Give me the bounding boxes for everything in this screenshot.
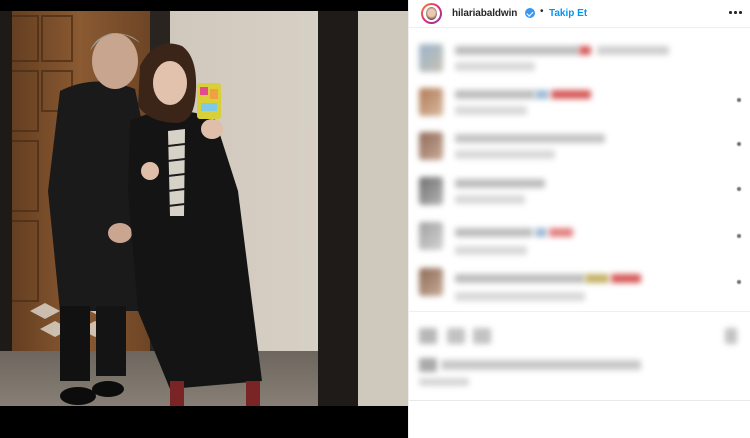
verified-badge-icon xyxy=(525,8,535,18)
comment-meta-blurred xyxy=(455,62,535,71)
save-icon-blurred[interactable] xyxy=(725,328,737,344)
comment-avatar[interactable] xyxy=(419,268,443,296)
comment-item[interactable] xyxy=(409,175,750,211)
comment-text-blurred xyxy=(455,46,579,55)
comment-meta-blurred xyxy=(455,195,525,204)
media-top-border xyxy=(0,0,408,11)
comment-text-blurred xyxy=(535,90,549,99)
comment-text-blurred xyxy=(551,90,591,99)
comment-meta-blurred xyxy=(455,292,585,301)
comment-avatar[interactable] xyxy=(419,44,443,72)
profile-avatar[interactable] xyxy=(421,3,442,24)
comment-like-icon[interactable] xyxy=(737,142,741,146)
post-media[interactable] xyxy=(0,0,408,438)
separator-dot: • xyxy=(540,6,544,17)
action-icons-blurred[interactable] xyxy=(447,328,465,344)
comment-avatar[interactable] xyxy=(419,222,443,250)
comment-text-blurred xyxy=(455,179,545,188)
media-bottom-border xyxy=(0,406,408,422)
comment-text-blurred xyxy=(535,228,547,237)
action-icons-blurred[interactable] xyxy=(473,328,491,344)
likes-text-blurred xyxy=(441,360,641,370)
post-image xyxy=(0,11,408,422)
comment-avatar[interactable] xyxy=(419,132,443,160)
post-header: hilariabaldwin • Takip Et xyxy=(409,0,750,28)
comment-item[interactable] xyxy=(409,130,750,166)
comment-item[interactable] xyxy=(409,220,750,256)
add-comment-blurred[interactable] xyxy=(409,400,750,401)
comment-meta-blurred xyxy=(455,150,555,159)
post-photo[interactable] xyxy=(0,11,408,422)
comment-text-blurred xyxy=(585,274,609,283)
comment-item[interactable] xyxy=(409,42,750,78)
comment-text-blurred xyxy=(455,274,585,283)
comment-item[interactable] xyxy=(409,266,750,302)
comment-text-blurred xyxy=(455,90,535,99)
comment-text-blurred xyxy=(579,46,591,55)
comment-text-blurred xyxy=(455,134,605,143)
comment-like-icon[interactable] xyxy=(737,98,741,102)
comment-text-blurred xyxy=(549,228,573,237)
comment-meta-blurred xyxy=(455,106,527,115)
likes-text-blurred xyxy=(419,358,437,372)
comment-avatar[interactable] xyxy=(419,177,443,205)
follow-button[interactable]: Takip Et xyxy=(549,8,587,19)
comment-text-blurred xyxy=(455,228,533,237)
comment-like-icon[interactable] xyxy=(737,280,741,284)
action-icons-blurred[interactable] xyxy=(419,328,437,344)
more-options-icon[interactable] xyxy=(729,5,743,19)
timestamp-blurred xyxy=(419,378,469,386)
post-actions-area xyxy=(409,318,750,438)
post-sidebar: hilariabaldwin • Takip Et xyxy=(408,0,750,438)
username-link[interactable]: hilariabaldwin xyxy=(452,8,517,19)
comment-meta-blurred xyxy=(455,246,527,255)
comment-like-icon[interactable] xyxy=(737,234,741,238)
comment-text-blurred xyxy=(611,274,641,283)
avatar-image xyxy=(423,5,440,22)
comments-divider xyxy=(409,311,750,312)
comment-item[interactable] xyxy=(409,86,750,122)
comment-avatar[interactable] xyxy=(419,88,443,116)
comment-like-icon[interactable] xyxy=(737,187,741,191)
comment-text-blurred xyxy=(597,46,669,55)
